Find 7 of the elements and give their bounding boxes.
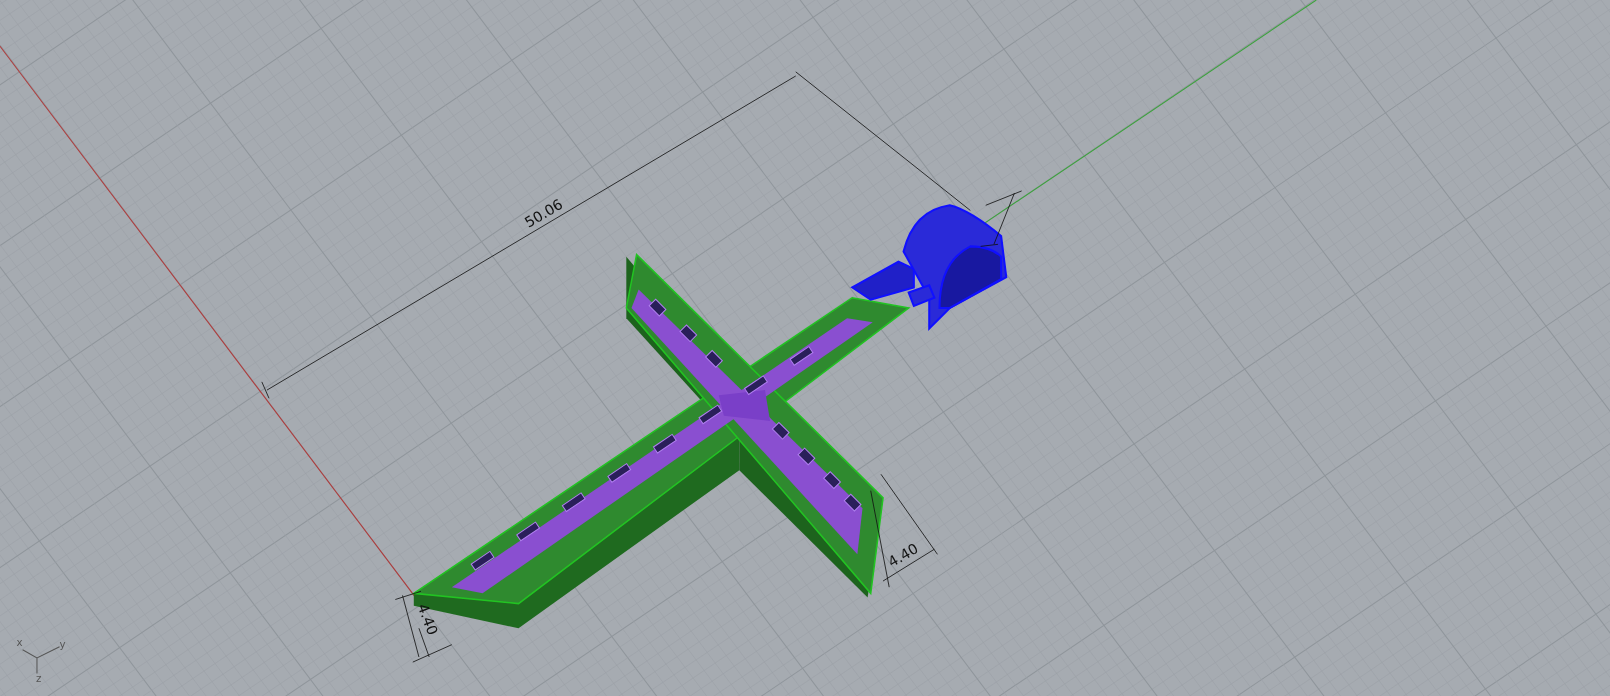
dimension-line (980, 190, 1023, 247)
dimension-label: 4.40 (414, 601, 441, 638)
axis-icon (22, 646, 61, 674)
axis-label: x (16, 635, 23, 648)
axis-label: z (35, 671, 42, 684)
dimension-label: 4.40 (885, 540, 921, 571)
axis-label: y (59, 637, 66, 650)
